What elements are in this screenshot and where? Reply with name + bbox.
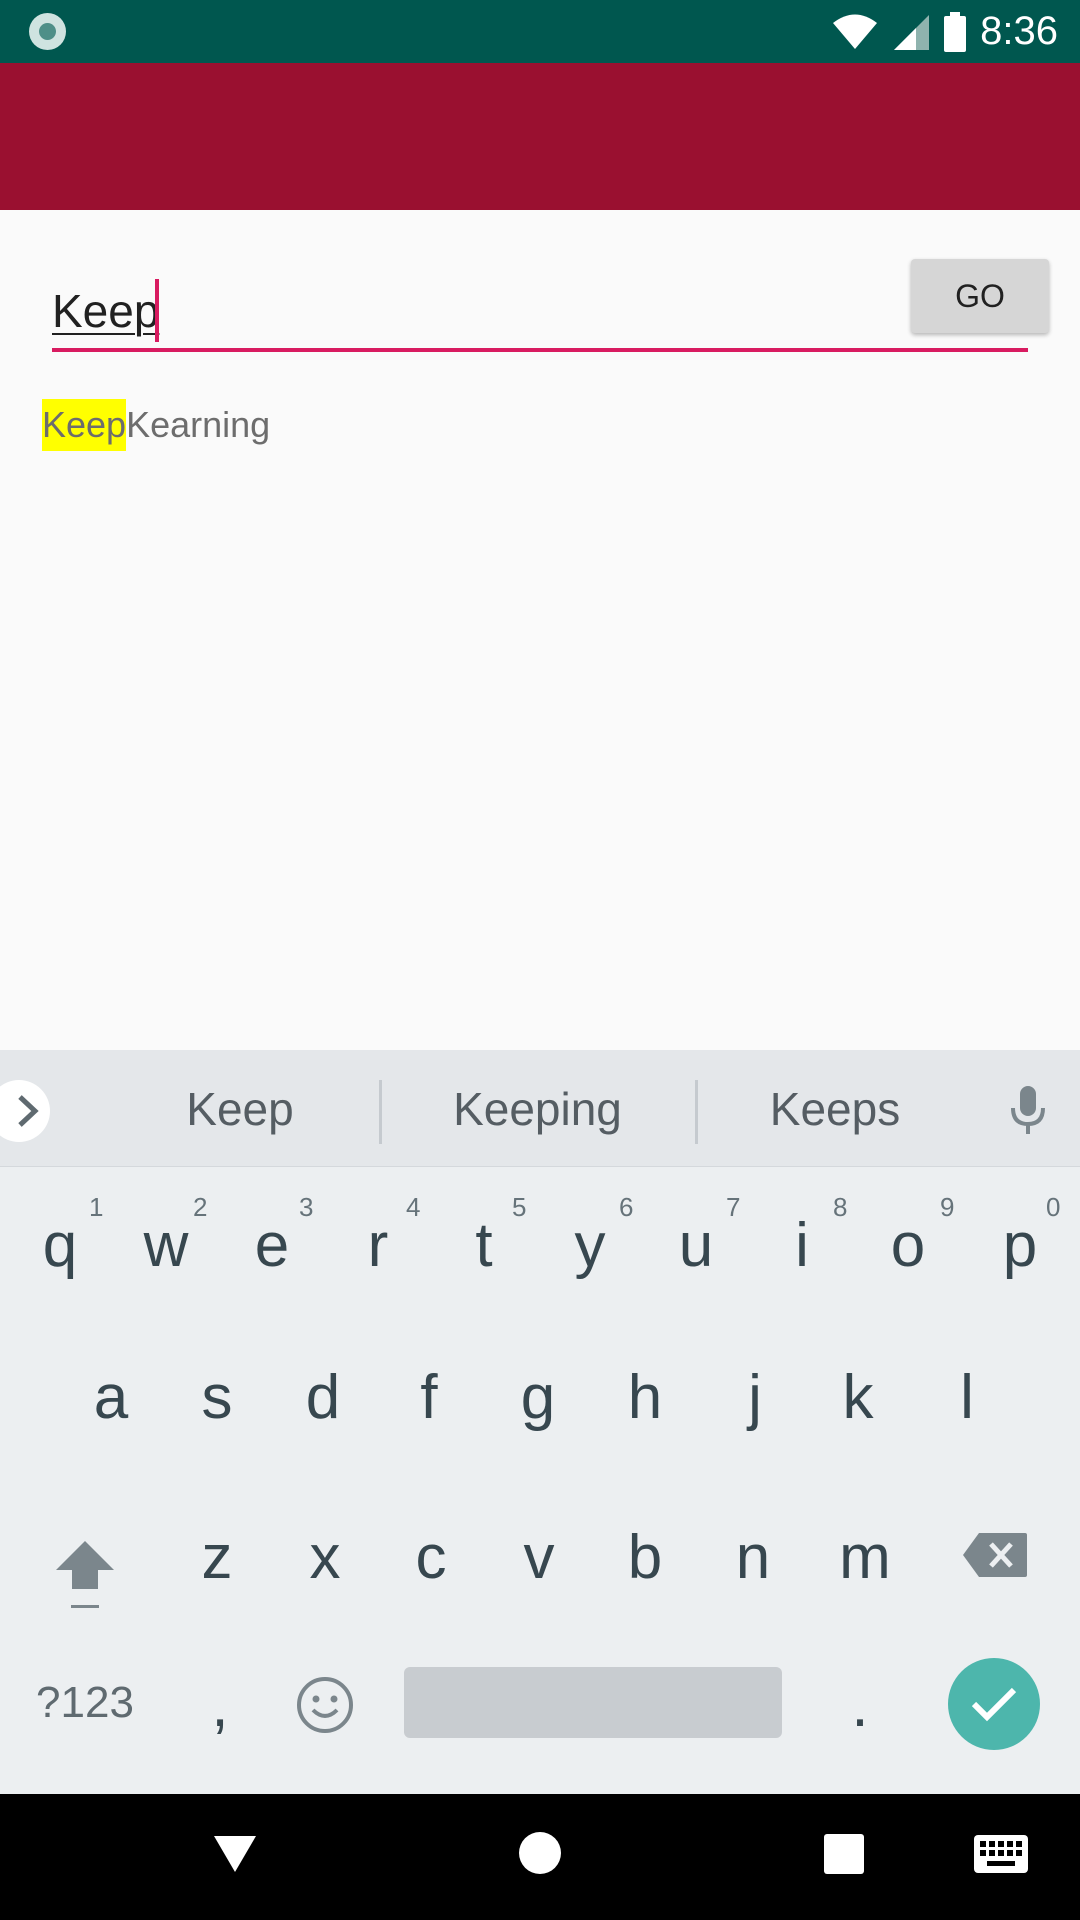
microphone-icon[interactable]	[1010, 1086, 1046, 1136]
key-hint-4: 4	[406, 1192, 421, 1222]
suggestion-3[interactable]: Keeps	[705, 1050, 965, 1167]
key-hint-0: 0	[1046, 1192, 1061, 1222]
status-icons: 8:36	[832, 0, 1058, 63]
notification-icon	[29, 13, 66, 50]
key-n[interactable]: n	[708, 1512, 798, 1602]
recents-icon[interactable]	[824, 1834, 864, 1874]
key-m[interactable]: m	[815, 1512, 915, 1602]
checkmark-icon	[971, 1687, 1017, 1722]
result-item[interactable]: Keep Kearning	[42, 398, 271, 451]
status-time: 8:36	[980, 9, 1058, 53]
key-hint-3: 3	[299, 1192, 314, 1222]
key-hint-2: 2	[193, 1192, 208, 1222]
navigation-bar	[0, 1794, 1080, 1920]
search-input-value: Keep	[52, 285, 160, 337]
suggestion-strip: Keep Keeping Keeps	[0, 1050, 1080, 1167]
key-v[interactable]: v	[494, 1512, 584, 1602]
key-a[interactable]: a	[66, 1352, 156, 1442]
shift-key[interactable]	[40, 1530, 130, 1620]
keyboard-switch-icon[interactable]	[974, 1835, 1028, 1873]
key-x[interactable]: x	[280, 1512, 370, 1602]
emoji-icon	[297, 1677, 353, 1733]
suggestion-2[interactable]: Keeping	[390, 1050, 685, 1167]
chevron-right-icon	[18, 1095, 39, 1127]
symbols-key[interactable]: ?123	[20, 1668, 150, 1738]
expand-suggestions-button[interactable]	[0, 1080, 50, 1142]
home-icon[interactable]	[519, 1832, 561, 1874]
key-hint-8: 8	[833, 1192, 848, 1222]
battery-icon	[944, 11, 967, 52]
wifi-icon	[833, 14, 878, 49]
soft-keyboard: Keep Keeping Keeps q w e r t y u i o p 1…	[0, 1050, 1080, 1794]
go-button[interactable]: GO	[911, 259, 1049, 333]
key-d[interactable]: d	[278, 1352, 368, 1442]
key-c[interactable]: c	[386, 1512, 476, 1602]
key-k[interactable]: k	[813, 1352, 903, 1442]
cellular-icon	[894, 14, 930, 50]
key-hint-7: 7	[726, 1192, 741, 1222]
result-text: Kearning	[126, 403, 271, 445]
back-icon[interactable]	[212, 1834, 258, 1874]
key-hint-9: 9	[940, 1192, 955, 1222]
app-bar	[0, 63, 1080, 210]
key-g[interactable]: g	[493, 1352, 583, 1442]
key-l[interactable]: l	[922, 1352, 1012, 1442]
key-j[interactable]: j	[710, 1352, 800, 1442]
key-hint-5: 5	[512, 1192, 527, 1222]
suggestion-divider	[379, 1080, 382, 1144]
suggestion-1[interactable]: Keep	[110, 1050, 370, 1167]
key-period[interactable]: .	[815, 1660, 905, 1750]
key-hint-6: 6	[619, 1192, 634, 1222]
backspace-icon	[963, 1533, 1027, 1577]
search-input[interactable]	[52, 280, 1028, 352]
key-b[interactable]: b	[600, 1512, 690, 1602]
space-key[interactable]	[404, 1667, 782, 1738]
shift-icon	[56, 1541, 114, 1608]
status-bar: 8:36	[0, 0, 1080, 63]
key-f[interactable]: f	[384, 1352, 474, 1442]
key-z[interactable]: z	[172, 1512, 262, 1602]
emoji-key[interactable]	[285, 1660, 365, 1750]
key-hint-1: 1	[89, 1192, 104, 1222]
backspace-key[interactable]	[955, 1520, 1035, 1590]
result-highlight: Keep	[42, 398, 127, 451]
key-comma[interactable]: ,	[175, 1660, 265, 1750]
key-h[interactable]: h	[600, 1352, 690, 1442]
key-s[interactable]: s	[172, 1352, 262, 1442]
done-key[interactable]	[948, 1658, 1040, 1750]
suggestion-divider	[695, 1080, 698, 1144]
text-cursor	[155, 279, 159, 342]
